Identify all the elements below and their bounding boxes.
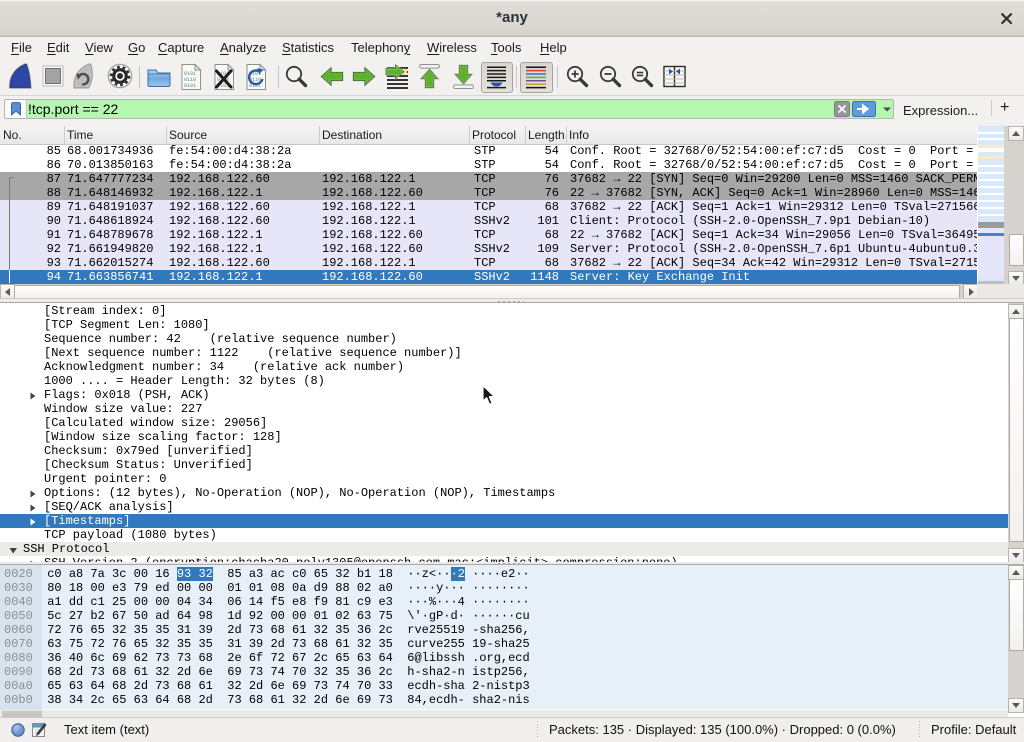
svg-text:0101: 0101 (184, 83, 196, 89)
